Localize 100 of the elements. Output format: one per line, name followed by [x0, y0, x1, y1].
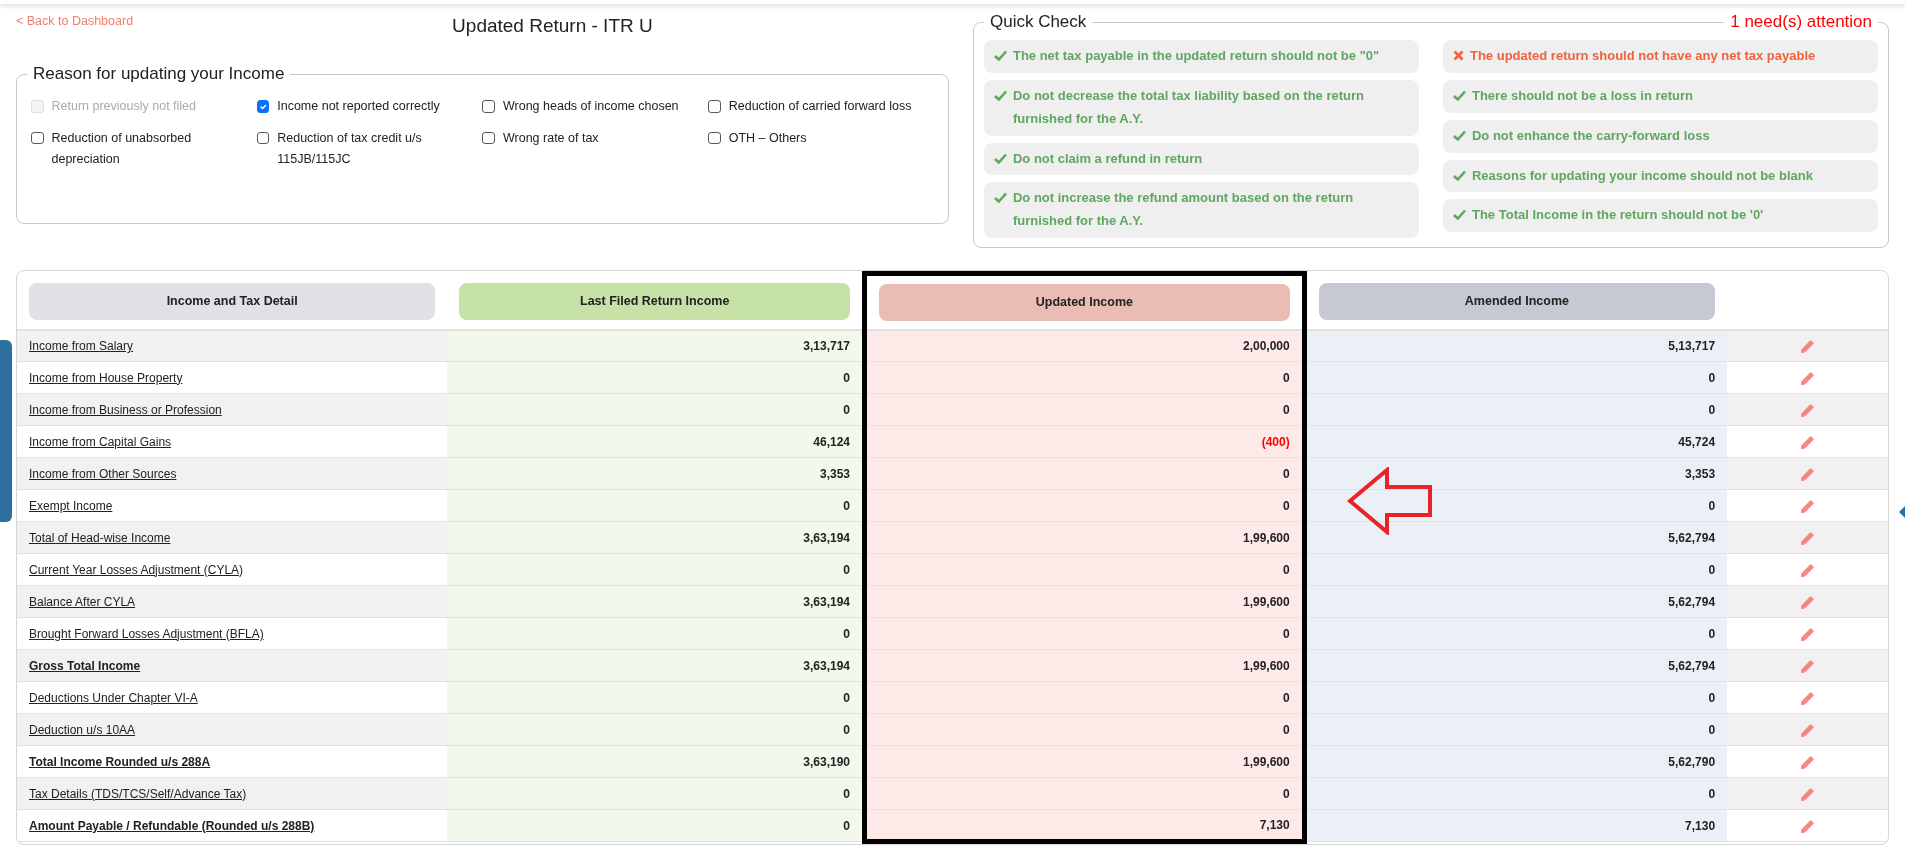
checkbox[interactable] — [482, 131, 495, 145]
checkbox[interactable] — [482, 100, 495, 113]
panel-title: Reason for updating your Income — [32, 64, 286, 85]
row-link[interactable]: Exempt Income — [29, 498, 113, 513]
table-cell: 3,63,194 — [447, 521, 865, 554]
edit-icon[interactable] — [1800, 371, 1816, 387]
checkbox[interactable] — [31, 131, 44, 145]
edit-icon[interactable] — [1800, 819, 1816, 835]
table-cell: 1,99,600 — [864, 585, 1305, 618]
table-cell: 0 — [447, 681, 865, 714]
edit-icon[interactable] — [1800, 467, 1816, 483]
row-link[interactable]: Income from Salary — [29, 339, 134, 353]
checkbox[interactable] — [708, 131, 721, 145]
table-cell: 3,353 — [447, 457, 865, 490]
check-icon — [1453, 209, 1466, 221]
table-cell: 5,13,717 — [1304, 329, 1728, 362]
table-cell: 0 — [1304, 393, 1728, 426]
row-link[interactable]: Total of Head-wise Income — [29, 530, 171, 545]
column-header: Income and Tax Detail — [29, 282, 436, 320]
row-link[interactable]: Gross Total Income — [29, 658, 141, 673]
row-link[interactable]: Brought Forward Losses Adjustment (BFLA) — [29, 626, 264, 641]
row-link[interactable]: Balance After CYLA — [29, 594, 136, 609]
edit-icon[interactable] — [1800, 435, 1816, 451]
check-text: There should not be a loss in return — [1472, 87, 1693, 106]
edit-icon[interactable] — [1800, 563, 1816, 579]
edit-icon[interactable] — [1800, 723, 1816, 739]
edit-icon[interactable] — [1800, 403, 1816, 419]
checkbox[interactable] — [256, 100, 270, 113]
edit-icon[interactable] — [1800, 595, 1816, 611]
check-text: Do not increase the refund amount based on the return furnished for the A.Y. — [1012, 189, 1355, 231]
check-text: The updated return should not have any net tax payable — [1470, 47, 1816, 66]
check-icon — [1453, 129, 1466, 141]
table-cell: 1,99,600 — [864, 745, 1305, 778]
edit-icon[interactable] — [1800, 531, 1816, 547]
attention-count: 1 need(s) attention — [1730, 12, 1872, 33]
checkbox-label: Reduction of unabsorbed depreciation — [51, 129, 193, 168]
check-text: The Total Income in the return should not be '0' — [1472, 206, 1764, 225]
check-icon — [993, 152, 1007, 164]
table-cell: 3,63,190 — [447, 745, 865, 778]
edit-icon[interactable] — [1800, 659, 1816, 675]
checkbox-label: OTH – Others — [728, 129, 807, 147]
table-cell: 0 — [864, 713, 1305, 746]
check-text: The net tax payable in the updated return should not be "0" — [1012, 47, 1380, 66]
page-title: Updated Return - ITR U — [452, 14, 653, 38]
table-cell: 1,99,600 — [864, 649, 1305, 682]
row-link[interactable]: Deduction u/s 10AA — [29, 722, 136, 737]
table-cell: 0 — [864, 617, 1305, 650]
table-cell: 5,62,790 — [1304, 745, 1728, 778]
table-cell: 0 — [447, 489, 865, 522]
check-text: Do not decrease the total tax liability based on the return furnished for the A.Y. — [1012, 87, 1366, 128]
table-cell: 3,353 — [1304, 457, 1728, 490]
cross-icon — [1453, 50, 1464, 62]
check-icon — [1453, 169, 1466, 181]
checkbox[interactable] — [256, 131, 270, 145]
collapse-arrow-icon[interactable] — [1899, 506, 1905, 518]
edit-icon[interactable] — [1800, 499, 1816, 515]
table-cell: 5,62,794 — [1304, 585, 1728, 618]
table-cell: 1,99,600 — [864, 521, 1305, 554]
row-link[interactable]: Current Year Losses Adjustment (CYLA) — [29, 562, 244, 577]
table-cell: 45,724 — [1304, 425, 1728, 458]
row-link[interactable]: Amount Payable / Refundable (Rounded u/s 288B) — [29, 818, 315, 833]
check-text: Reasons for updating your income should not be blank — [1472, 166, 1813, 185]
table-cell: 0 — [864, 777, 1305, 810]
table-cell: 5,62,794 — [1304, 521, 1728, 554]
table-cell: 0 — [447, 553, 865, 586]
table-cell: 0 — [864, 457, 1305, 490]
table-cell: 3,63,194 — [447, 649, 865, 682]
row-link[interactable]: Income from Other Sources — [29, 466, 177, 481]
table-cell: 0 — [447, 713, 865, 746]
table-cell: (400) — [864, 425, 1305, 458]
edit-icon[interactable] — [1800, 691, 1816, 707]
checkbox-label: Return previously not filed — [51, 98, 197, 116]
row-link[interactable]: Income from Capital Gains — [29, 434, 172, 449]
table-cell: 0 — [864, 361, 1305, 394]
checkbox-label: Income not reported correctly — [277, 98, 440, 116]
row-link[interactable]: Deductions Under Chapter VI-A — [29, 690, 198, 705]
table-cell: 46,124 — [447, 425, 865, 458]
checkbox[interactable] — [708, 100, 721, 113]
table-cell: 2,00,000 — [864, 329, 1305, 362]
checkbox-label: Reduction of tax credit u/s 115JB/115JC — [277, 129, 423, 168]
edit-icon[interactable] — [1800, 787, 1816, 803]
check-icon — [993, 50, 1007, 62]
check-text: Do not claim a refund in return — [1012, 149, 1203, 168]
edit-icon[interactable] — [1800, 627, 1816, 643]
table-cell: 0 — [864, 681, 1305, 714]
table-cell: 0 — [864, 553, 1305, 586]
table-cell: 3,13,717 — [447, 329, 865, 362]
table-cell: 0 — [864, 393, 1305, 426]
edit-icon[interactable] — [1800, 755, 1816, 771]
edit-icon[interactable] — [1800, 339, 1816, 355]
column-header: Updated Income — [879, 284, 1290, 321]
row-link[interactable]: Income from House Property — [29, 370, 183, 385]
checkbox-label: Reduction of carried forward loss — [728, 98, 912, 116]
row-link[interactable]: Total Income Rounded u/s 288A — [29, 754, 211, 769]
panel-title: Quick Check — [989, 12, 1087, 33]
column-header: Last Filed Return Income — [459, 282, 851, 320]
checkbox-label: Wrong rate of tax — [502, 129, 599, 147]
check-icon — [1453, 90, 1466, 102]
table-cell: 0 — [447, 617, 865, 650]
table-cell: 0 — [447, 777, 865, 810]
